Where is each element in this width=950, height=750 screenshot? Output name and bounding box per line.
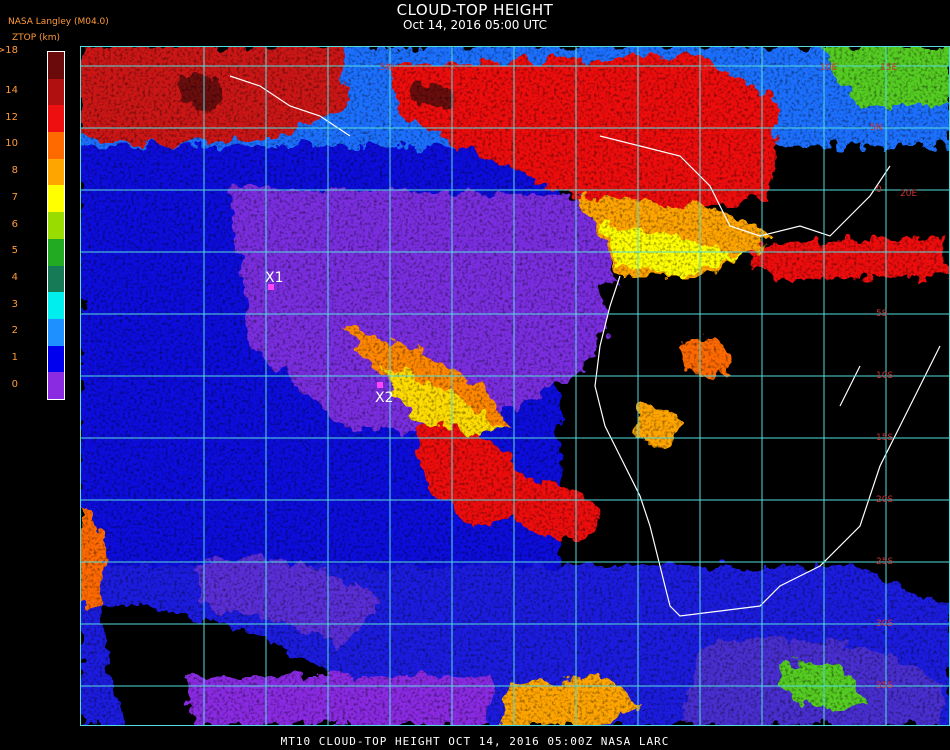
legend-tick-label: 2	[11, 325, 18, 337]
legend-tick-label: 4	[11, 271, 18, 283]
legend-swatch	[48, 158, 64, 186]
legend-tick-label: 0	[11, 378, 18, 390]
legend-tick-label: 7	[11, 191, 18, 203]
legend-swatch	[48, 372, 64, 400]
legend-tick-label: 5	[11, 245, 18, 257]
marker-x1-label: X1	[265, 270, 284, 286]
legend-tick-label: 8	[11, 165, 18, 177]
map-title: CLOUD-TOP HEIGHT	[396, 1, 554, 19]
legend-tick-label: 6	[11, 218, 18, 230]
grid-label: 5E	[700, 63, 712, 73]
grid-label: 15E	[880, 63, 897, 73]
grid-label: 10E	[820, 63, 837, 73]
grid-label: 25S	[876, 557, 893, 567]
legend-tick-label: 10	[5, 138, 18, 150]
grid-label: 20S	[876, 495, 893, 505]
unit-label: ZTOP (km)	[12, 33, 61, 43]
legend-swatch	[48, 78, 64, 106]
grid-label: 10S	[876, 371, 893, 381]
legend-tick-label: 1	[11, 351, 18, 363]
legend-tick-label: 12	[5, 111, 18, 123]
legend-tick-label: 14	[5, 85, 18, 97]
marker-x2-label: X2	[375, 390, 394, 406]
grid-label: 15S	[876, 433, 893, 443]
legend-swatch	[48, 212, 64, 240]
grid-label: 5S	[876, 309, 888, 319]
grid-label: 30S	[876, 619, 893, 629]
grid-label: 35S	[876, 681, 893, 691]
legend-swatch	[48, 185, 64, 213]
agency-label: NASA Langley (M04.0)	[8, 17, 109, 27]
legend-swatch	[48, 52, 64, 79]
legend-swatch	[48, 238, 64, 266]
legend-tick-label: 3	[11, 298, 18, 310]
grid-label: 5N	[870, 123, 882, 133]
grid-label: 0	[450, 63, 456, 73]
marker-x2-point	[377, 382, 383, 388]
grid-label: 0	[876, 185, 882, 195]
legend-swatch	[48, 105, 64, 133]
legend-tick-label: >18	[0, 45, 18, 56]
map-subtitle: Oct 14, 2016 05:00 UTC	[403, 18, 547, 32]
cloud-top-height-map: 5W 0 5E 10E 15E 20E 5N 0 5S 10S 15S 20S …	[80, 46, 950, 726]
grid-label: 20E	[900, 189, 917, 199]
legend-swatch	[48, 292, 64, 320]
legend-swatch	[48, 345, 64, 373]
footer-caption: MT10 CLOUD-TOP HEIGHT OCT 14, 2016 05:00…	[280, 735, 670, 748]
grid-label: 5W	[380, 63, 395, 73]
color-legend-bar	[47, 51, 65, 400]
legend-swatch	[48, 318, 64, 346]
legend-swatch	[48, 265, 64, 293]
legend-swatch	[48, 132, 64, 160]
